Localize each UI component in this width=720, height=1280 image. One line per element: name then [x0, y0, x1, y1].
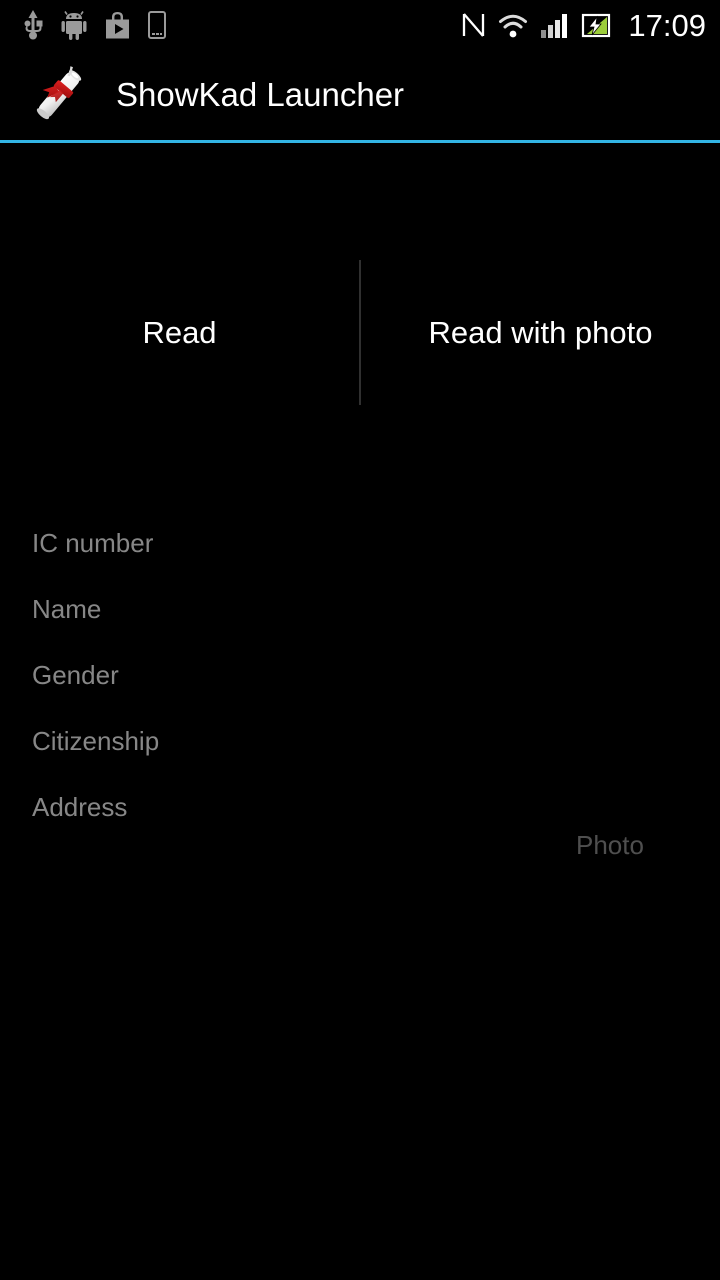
address-field-label[interactable]: Address [32, 794, 127, 820]
ic-number-field-label[interactable]: IC number [32, 530, 153, 556]
wifi-icon [497, 10, 529, 40]
status-bar: 17:09 [0, 0, 720, 50]
read-button[interactable]: Read [0, 260, 359, 405]
android-debug-icon [60, 10, 88, 40]
nfc-icon [461, 10, 486, 40]
page-title: ShowKad Launcher [116, 76, 405, 113]
name-field-label[interactable]: Name [32, 596, 101, 622]
status-bar-left-icons [22, 10, 167, 40]
usb-icon [22, 10, 44, 40]
citizenship-field-label[interactable]: Citizenship [32, 728, 159, 754]
battery-charging-icon [581, 10, 611, 40]
action-bar: ShowKad Launcher [0, 50, 720, 140]
diploma-scroll-icon [22, 59, 94, 131]
device-icon [147, 10, 167, 40]
cellular-signal-icon [540, 10, 570, 40]
photo-placeholder-label: Photo [576, 830, 644, 860]
status-clock: 17:09 [628, 7, 706, 43]
play-store-icon [104, 10, 131, 40]
read-with-photo-button[interactable]: Read with photo [361, 260, 720, 405]
read-button-row: Read Read with photo [0, 143, 720, 523]
gender-field-label[interactable]: Gender [32, 662, 119, 688]
android-screen: 17:09 ShowKad Launcher Read Read with ph… [0, 0, 720, 1280]
status-bar-right-icons: 17:09 [461, 10, 706, 41]
